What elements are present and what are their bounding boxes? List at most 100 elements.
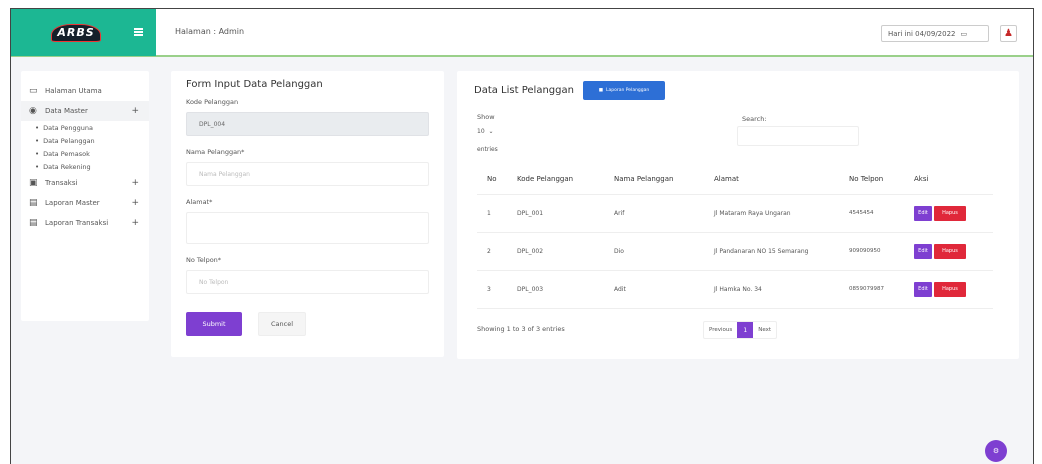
- submit-button[interactable]: Submit: [186, 312, 242, 336]
- cell-nama: Adit: [604, 270, 704, 309]
- subitem-label: Data Pemasok: [43, 149, 90, 158]
- cell-telpon: 4545454: [839, 194, 904, 233]
- sidebar-item-label: Transaksi: [45, 179, 78, 187]
- col-nama[interactable]: Nama Pelanggan: [604, 165, 704, 195]
- cell-no: 2: [477, 232, 507, 271]
- brand-area: ARBS: [11, 9, 156, 56]
- show-label: Show: [477, 113, 495, 121]
- cell-kode: DPL_002: [507, 232, 604, 271]
- edit-button[interactable]: Edit: [914, 243, 932, 259]
- cell-alamat: Jl Pandanaran NO 15 Semarang: [704, 232, 839, 271]
- table-header-row: No Kode Pelanggan Nama Pelanggan Alamat …: [477, 165, 993, 195]
- nama-label: Nama Pelanggan*: [186, 148, 245, 156]
- form-card: Form Input Data Pelanggan Kode Pelanggan…: [171, 71, 444, 357]
- hapus-button[interactable]: Hapus: [934, 243, 966, 259]
- table-info: Showing 1 to 3 of 3 entries: [477, 325, 565, 333]
- list-card: Data List Pelanggan ■ Laporan Pelanggan …: [457, 71, 1019, 359]
- expand-icon: +: [131, 198, 139, 208]
- form-title: Form Input Data Pelanggan: [186, 79, 323, 90]
- cell-alamat: Jl Hamka No. 34: [704, 270, 839, 309]
- user-icon[interactable]: ♟: [1000, 25, 1017, 42]
- cell-kode: DPL_003: [507, 270, 604, 309]
- sidebar-subitem-data-pemasok[interactable]: • Data Pemasok: [21, 147, 149, 160]
- sidebar-item-halaman-utama[interactable]: ▭ Halaman Utama: [21, 81, 149, 101]
- report-icon: ▤: [29, 198, 38, 208]
- expand-icon: +: [131, 218, 139, 228]
- telp-field[interactable]: No Telpon: [186, 270, 429, 294]
- report-icon: ▤: [29, 218, 38, 228]
- sidebar-item-laporan-master[interactable]: ▤ Laporan Master +: [21, 193, 149, 213]
- cell-no: 3: [477, 270, 507, 309]
- page-1-button[interactable]: 1: [737, 322, 754, 338]
- col-telpon[interactable]: No Telpon: [839, 165, 904, 195]
- app-window: ARBS Halaman : Admin Hari ini 04/09/2022…: [10, 8, 1034, 464]
- topbar: ARBS Halaman : Admin Hari ini 04/09/2022…: [11, 9, 1033, 57]
- sidebar-item-label: Data Master: [45, 107, 88, 115]
- entries-select[interactable]: 10 ⌄: [477, 128, 494, 135]
- report-icon: ■: [598, 88, 603, 93]
- sidebar-subitem-data-pelanggan[interactable]: • Data Pelanggan: [21, 134, 149, 147]
- cell-telpon: 0859079987: [839, 270, 904, 309]
- search-label: Search:: [742, 115, 767, 123]
- col-alamat[interactable]: Alamat: [704, 165, 839, 195]
- col-aksi[interactable]: Aksi: [904, 165, 993, 195]
- expand-icon: +: [131, 178, 139, 188]
- table-row: 1 DPL_001 Arif Jl Mataram Raya Ungaran 4…: [477, 194, 993, 233]
- cell-no: 1: [477, 194, 507, 233]
- settings-fab-icon[interactable]: ⚙: [985, 440, 1007, 462]
- laporan-pelanggan-button[interactable]: ■ Laporan Pelanggan: [583, 81, 665, 100]
- cell-aksi: Edit Hapus: [904, 270, 993, 309]
- subitem-label: Data Rekening: [43, 162, 91, 171]
- cell-kode: DPL_001: [507, 194, 604, 233]
- edit-button[interactable]: Edit: [914, 205, 932, 221]
- cart-icon: ▣: [29, 178, 38, 188]
- entries-select-value: 10: [477, 128, 485, 135]
- sidebar-item-laporan-transaksi[interactable]: ▤ Laporan Transaksi +: [21, 213, 149, 233]
- previous-button[interactable]: Previous: [704, 327, 737, 333]
- hapus-button[interactable]: Hapus: [934, 205, 966, 221]
- sidebar-item-data-master[interactable]: ◉ Data Master +: [21, 101, 149, 121]
- cancel-button[interactable]: Cancel: [258, 312, 306, 336]
- cell-nama: Dio: [604, 232, 704, 271]
- database-icon: ◉: [29, 106, 37, 116]
- logo: ARBS: [51, 23, 101, 42]
- calendar-icon: ▭: [960, 29, 968, 38]
- search-input[interactable]: [737, 126, 859, 146]
- edit-button[interactable]: Edit: [914, 281, 932, 297]
- col-no[interactable]: No: [477, 165, 507, 195]
- monitor-icon: ▭: [29, 86, 38, 96]
- page-title: Halaman : Admin: [175, 27, 245, 36]
- laporan-pelanggan-label: Laporan Pelanggan: [605, 88, 650, 93]
- date-display[interactable]: Hari ini 04/09/2022 ▭: [881, 25, 989, 42]
- menu-toggle-icon[interactable]: [134, 28, 143, 36]
- kode-label: Kode Pelanggan: [186, 98, 239, 106]
- cell-alamat: Jl Mataram Raya Ungaran: [704, 194, 839, 233]
- cell-nama: Arif: [604, 194, 704, 233]
- alamat-field[interactable]: [186, 212, 429, 244]
- table-row: 2 DPL_002 Dio Jl Pandanaran NO 15 Semara…: [477, 232, 993, 271]
- pagination: Previous 1 Next: [703, 321, 778, 339]
- subitem-label: Data Pengguna: [43, 123, 94, 132]
- sidebar-subitem-data-pengguna[interactable]: • Data Pengguna: [21, 121, 149, 134]
- kode-field: DPL_004: [186, 112, 429, 136]
- list-title: Data List Pelanggan: [474, 85, 574, 96]
- alamat-label: Alamat*: [186, 198, 213, 206]
- cell-telpon: 909090950: [839, 232, 904, 271]
- next-button[interactable]: Next: [753, 327, 776, 333]
- entries-label: entries: [477, 146, 498, 153]
- col-kode[interactable]: Kode Pelanggan: [507, 165, 604, 195]
- subitem-label: Data Pelanggan: [43, 136, 95, 145]
- telp-label: No Telpon*: [186, 256, 222, 264]
- sidebar-item-label: Halaman Utama: [45, 87, 102, 95]
- sidebar: ▭ Halaman Utama ◉ Data Master + • Data Pe…: [21, 71, 149, 321]
- table-row: 3 DPL_003 Adit Jl Hamka No. 34 085907998…: [477, 270, 993, 309]
- chevron-down-icon: ⌄: [488, 128, 494, 135]
- cell-aksi: Edit Hapus: [904, 232, 993, 271]
- sidebar-item-transaksi[interactable]: ▣ Transaksi +: [21, 173, 149, 193]
- hapus-button[interactable]: Hapus: [934, 281, 966, 297]
- pelanggan-table: No Kode Pelanggan Nama Pelanggan Alamat …: [477, 165, 993, 309]
- sidebar-item-label: Laporan Master: [45, 199, 100, 207]
- sidebar-subitem-data-rekening[interactable]: • Data Rekening: [21, 160, 149, 173]
- expand-icon: +: [131, 106, 139, 116]
- nama-field[interactable]: Nama Pelanggan: [186, 162, 429, 186]
